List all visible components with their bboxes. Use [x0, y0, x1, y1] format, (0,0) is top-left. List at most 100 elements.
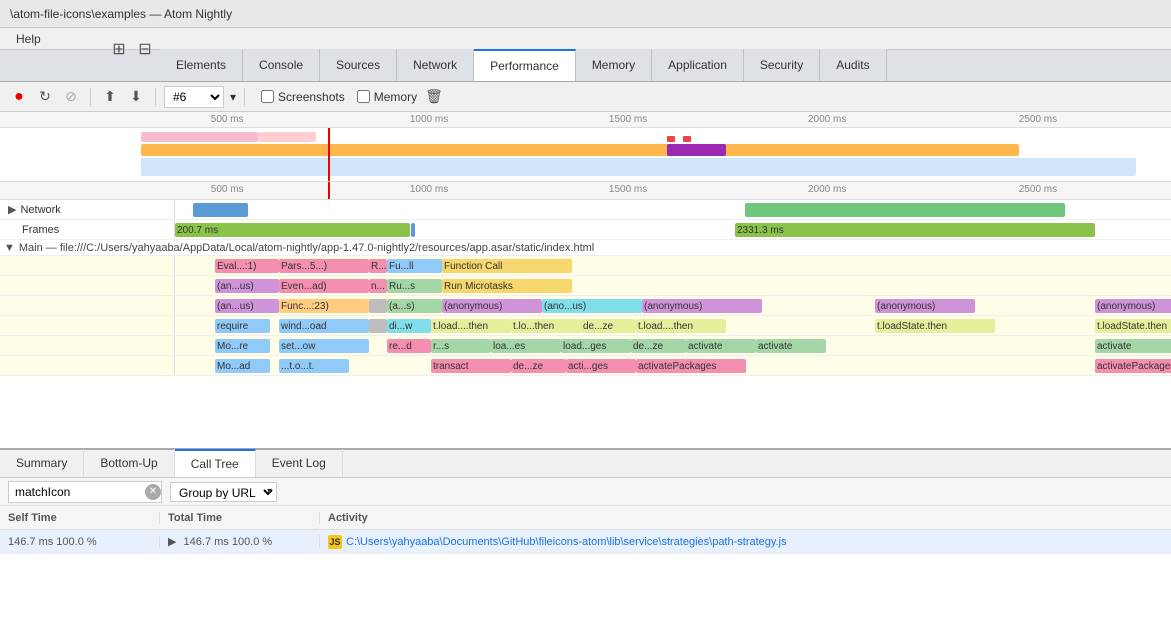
bar-gray-2[interactable] — [369, 319, 387, 333]
profile-select[interactable]: #6 — [164, 86, 224, 108]
bar-tload2[interactable]: t.lo...then — [511, 319, 581, 333]
tab-security[interactable]: Security — [744, 49, 820, 81]
tab-console[interactable]: Console — [243, 49, 320, 81]
tab-performance[interactable]: Performance — [474, 49, 576, 81]
devtools-icon-2[interactable]: ⊟ — [134, 38, 156, 60]
frames-bar-3: 2331.3 ms — [735, 223, 1095, 237]
bar-func-23[interactable]: Func...:23) — [279, 299, 369, 313]
bar-more[interactable]: Mo...re — [215, 339, 270, 353]
bar-actigesm[interactable]: acti...ges — [566, 359, 636, 373]
network-expand[interactable]: ▶ — [8, 203, 16, 216]
bar-rus[interactable]: Ru...s — [387, 279, 442, 293]
refresh-button[interactable]: ↻ — [34, 86, 56, 108]
bar-r1[interactable]: R... — [369, 259, 387, 273]
memory-checkbox[interactable] — [357, 90, 370, 103]
perf-toolbar: ● ↻ ⊘ ⬆ ⬇ #6 ▾ Screenshots Memory 🗑 — [0, 82, 1171, 112]
expand-triangle[interactable]: ▶ — [168, 536, 176, 548]
screenshots-checkbox[interactable] — [261, 90, 274, 103]
main-header-text: Main — file:///C:/Users/yahyaaba/AppData… — [19, 242, 594, 254]
record-button[interactable]: ● — [8, 86, 30, 108]
upload-button[interactable]: ⬆ — [99, 86, 121, 108]
overview-red-line — [328, 128, 330, 182]
overview-panel[interactable]: 500 ms 1000 ms 1500 ms 2000 ms 2500 ms — [0, 112, 1171, 182]
memory-label[interactable]: Memory — [357, 90, 417, 104]
clear-search-button[interactable]: ✕ — [145, 484, 161, 500]
bar-transact[interactable]: transact — [431, 359, 511, 373]
main-expand[interactable]: ▼ — [4, 242, 15, 254]
bar-parse[interactable]: Pars...5...) — [279, 259, 369, 273]
bar-deze1[interactable]: de...ze — [581, 319, 636, 333]
frames-content: 200.7 ms 2331.3 ms — [175, 220, 1171, 239]
detail-ruler: 500 ms 1000 ms 1500 ms 2000 ms 2500 ms — [0, 182, 1171, 200]
main-row-4: require wind...oad di...w t.load....then… — [0, 316, 1171, 336]
tab-summary[interactable]: Summary — [0, 449, 84, 477]
bar-n[interactable]: n... — [369, 279, 387, 293]
tick-1000: 1000 ms — [410, 114, 448, 125]
main-row-2-content: (an...us) Even...ad) n... Ru...s Run Mic… — [175, 276, 1171, 295]
bar-activate1[interactable]: activate — [686, 339, 756, 353]
bar-run-micro[interactable]: Run Microtasks — [442, 279, 572, 293]
col-self-time: Self Time — [0, 512, 160, 524]
bar-tot[interactable]: ...t.o...t. — [279, 359, 349, 373]
search-input[interactable] — [9, 482, 149, 502]
tab-network[interactable]: Network — [397, 49, 474, 81]
bar-full[interactable]: Fu...ll — [387, 259, 442, 273]
table-row[interactable]: 146.7 ms 100.0 % ▶ 146.7 ms 100.0 % JS C… — [0, 530, 1171, 554]
bar-tloadstate1[interactable]: t.loadState.then — [875, 319, 995, 333]
bar-activate3[interactable]: activate — [1095, 339, 1171, 353]
bar-anon-3[interactable]: (anonymous) — [642, 299, 762, 313]
menu-help[interactable]: Help — [8, 30, 49, 48]
clear-button[interactable]: 🗑 — [425, 88, 443, 105]
bar-actpkg1[interactable]: activatePackages — [636, 359, 746, 373]
tab-bottom-up[interactable]: Bottom-Up — [84, 449, 174, 477]
stop-button[interactable]: ⊘ — [60, 86, 82, 108]
bar-an-us-1[interactable]: (an...us) — [215, 279, 279, 293]
bar-even-ad[interactable]: Even...ad) — [279, 279, 369, 293]
bar-anon-2[interactable]: (ano...us) — [542, 299, 642, 313]
bar-anon-1[interactable]: (anonymous) — [442, 299, 542, 313]
bar-deze3[interactable]: de...ze — [511, 359, 566, 373]
screenshots-label[interactable]: Screenshots — [261, 90, 345, 104]
cell-self-time: 146.7 ms 100.0 % — [0, 536, 160, 548]
tab-sources[interactable]: Sources — [320, 49, 397, 81]
network-content — [175, 200, 1171, 219]
bar-require[interactable]: require — [215, 319, 270, 333]
bar-gray-1[interactable] — [369, 299, 387, 313]
divider-1 — [90, 88, 91, 106]
tab-call-tree[interactable]: Call Tree — [175, 449, 256, 477]
bar-activate2[interactable]: activate — [756, 339, 826, 353]
bar-an-us-2[interactable]: (an...us) — [215, 299, 279, 313]
bar-moad[interactable]: Mo...ad — [215, 359, 270, 373]
group-by-select[interactable]: Group by URL — [170, 482, 277, 502]
bar-red[interactable]: re...d — [387, 339, 431, 353]
bar-as[interactable]: (a...s) — [387, 299, 442, 313]
bar-anon-5[interactable]: (anonymous) — [1095, 299, 1171, 313]
bar-tload1[interactable]: t.load....then — [431, 319, 511, 333]
bar-deze2[interactable]: de...ze — [631, 339, 686, 353]
devtools-icon-1[interactable]: ⊞ — [108, 38, 130, 60]
tab-application[interactable]: Application — [652, 49, 744, 81]
bar-loadges[interactable]: load...ges — [561, 339, 631, 353]
bar-actpkg2[interactable]: activatePackages — [1095, 359, 1171, 373]
tab-event-log[interactable]: Event Log — [256, 449, 343, 477]
main-row-4-label — [0, 316, 175, 335]
bar-diw[interactable]: di...w — [387, 319, 431, 333]
download-button[interactable]: ⬇ — [125, 86, 147, 108]
tab-audits[interactable]: Audits — [820, 49, 886, 81]
bar-eval[interactable]: Eval...:1) — [215, 259, 279, 273]
tab-memory[interactable]: Memory — [576, 49, 652, 81]
tab-bar: ⊞ ⊟ Elements Console Sources Network Per… — [0, 50, 1171, 82]
bar-loaes[interactable]: loa...es — [491, 339, 561, 353]
main-row-3-content: (an...us) Func...:23) (a...s) (anonymous… — [175, 296, 1171, 315]
title-text: \atom-file-icons\examples — Atom Nightly — [10, 7, 232, 21]
bar-function-call[interactable]: Function Call — [442, 259, 572, 273]
bar-tloadstate2[interactable]: t.loadState.then — [1095, 319, 1171, 333]
bar-tload3[interactable]: t.load....then — [636, 319, 726, 333]
bar-setow[interactable]: set...ow — [279, 339, 369, 353]
bar-wind-oad[interactable]: wind...oad — [279, 319, 369, 333]
bar-anon-4[interactable]: (anonymous) — [875, 299, 975, 313]
bottom-table: Self Time Total Time Activity 146.7 ms 1… — [0, 506, 1171, 638]
bar-rs[interactable]: r...s — [431, 339, 491, 353]
tab-elements[interactable]: Elements — [160, 49, 243, 81]
bottom-panel: Summary Bottom-Up Call Tree Event Log ✕ … — [0, 448, 1171, 638]
